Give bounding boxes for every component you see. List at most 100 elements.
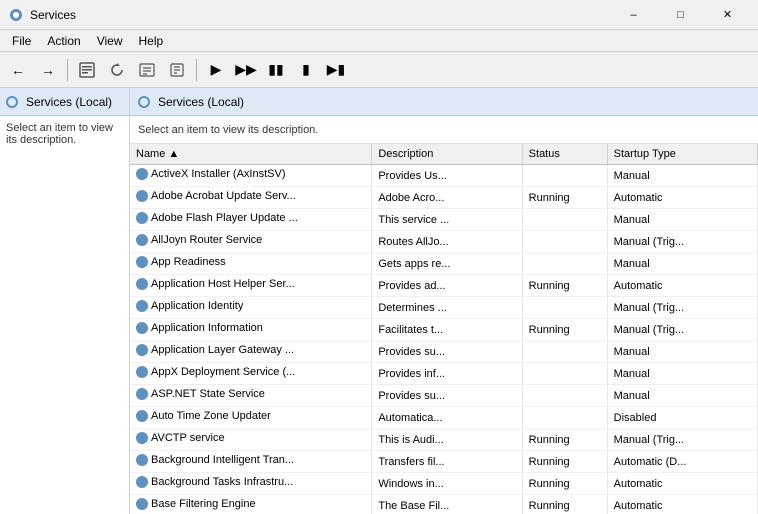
table-row[interactable]: Background Intelligent Tran... Transfers… [130, 451, 758, 473]
properties-button[interactable] [163, 56, 191, 84]
table-row[interactable]: Adobe Flash Player Update ... This servi… [130, 209, 758, 231]
col-header-startup[interactable]: Startup Type [607, 144, 757, 165]
resume-service-button[interactable]: ▶▶ [232, 56, 260, 84]
col-header-name[interactable]: Name ▲ [130, 144, 372, 165]
service-desc-cell: Transfers fil... [372, 451, 522, 473]
table-row[interactable]: Application Layer Gateway ... Provides s… [130, 341, 758, 363]
service-status-cell [522, 231, 607, 253]
title-bar: Services – □ ✕ [0, 0, 758, 30]
service-desc-cell: Provides inf... [372, 363, 522, 385]
service-name-cell: Application Host Helper Ser... [130, 275, 372, 297]
service-status-cell [522, 165, 607, 187]
service-startup-cell: Automatic [607, 495, 757, 514]
export-button[interactable] [133, 56, 161, 84]
table-row[interactable]: AllJoyn Router Service Routes AllJo...Ma… [130, 231, 758, 253]
service-name-cell: Adobe Acrobat Update Serv... [130, 187, 372, 209]
service-name-cell: Background Intelligent Tran... [130, 451, 372, 473]
services-list: Name ▲ Description Status Startup Type [130, 144, 758, 514]
service-status-cell [522, 385, 607, 407]
sidebar: Services (Local) Select an item to view … [0, 88, 130, 514]
service-status-cell [522, 209, 607, 231]
service-status-cell: Running [522, 319, 607, 341]
restart-service-button[interactable]: ▶▮ [322, 56, 350, 84]
service-name-cell: Background Tasks Infrastru... [130, 473, 372, 495]
service-startup-cell: Manual [607, 165, 757, 187]
service-status-cell [522, 341, 607, 363]
service-startup-cell: Manual (Trig... [607, 319, 757, 341]
service-name-cell: ActiveX Installer (AxInstSV) [130, 165, 372, 187]
menu-view[interactable]: View [89, 32, 131, 50]
window-controls: – □ ✕ [611, 5, 750, 25]
start-service-button[interactable]: ▶ [202, 56, 230, 84]
service-desc-cell: Gets apps re... [372, 253, 522, 275]
service-status-cell [522, 297, 607, 319]
maximize-button[interactable]: □ [658, 5, 703, 25]
service-startup-cell: Automatic (D... [607, 451, 757, 473]
service-desc-cell: The Base Fil... [372, 495, 522, 514]
table-row[interactable]: Application Host Helper Ser... Provides … [130, 275, 758, 297]
table-header-row: Name ▲ Description Status Startup Type [130, 144, 758, 165]
table-row[interactable]: AVCTP service This is Audi...RunningManu… [130, 429, 758, 451]
service-desc-cell: Provides su... [372, 385, 522, 407]
menu-file[interactable]: File [4, 32, 39, 50]
description-text: Select an item to view its description. [138, 124, 318, 136]
app-icon [8, 7, 24, 23]
window-title: Services [30, 8, 611, 22]
sidebar-description: Select an item to view its description. [0, 116, 129, 152]
table-row[interactable]: Adobe Acrobat Update Serv... Adobe Acro.… [130, 187, 758, 209]
show-console-button[interactable] [73, 56, 101, 84]
service-startup-cell: Manual (Trig... [607, 429, 757, 451]
service-status-cell: Running [522, 473, 607, 495]
content-title: Services (Local) [158, 95, 244, 109]
table-row[interactable]: Auto Time Zone Updater Automatica...Disa… [130, 407, 758, 429]
sidebar-header: Services (Local) [0, 88, 129, 116]
col-header-desc[interactable]: Description [372, 144, 522, 165]
table-row[interactable]: Base Filtering Engine The Base Fil...Run… [130, 495, 758, 514]
service-name-cell: AppX Deployment Service (... [130, 363, 372, 385]
service-name-cell: Application Information [130, 319, 372, 341]
service-status-cell: Running [522, 429, 607, 451]
table-row[interactable]: Background Tasks Infrastru... Windows in… [130, 473, 758, 495]
service-desc-cell: This service ... [372, 209, 522, 231]
minimize-button[interactable]: – [611, 5, 656, 25]
service-status-cell: Running [522, 275, 607, 297]
service-desc-cell: Provides ad... [372, 275, 522, 297]
service-desc-cell: Facilitates t... [372, 319, 522, 341]
service-name-cell: ASP.NET State Service [130, 385, 372, 407]
services-table[interactable]: Name ▲ Description Status Startup Type [130, 144, 758, 514]
toolbar: ← → ▶ ▶▶ ▮▮ ▮ ▶▮ [0, 52, 758, 88]
close-button[interactable]: ✕ [705, 5, 750, 25]
table-row[interactable]: Application Information Facilitates t...… [130, 319, 758, 341]
sidebar-title: Services (Local) [26, 95, 112, 109]
table-row[interactable]: Application Identity Determines ...Manua… [130, 297, 758, 319]
service-startup-cell: Automatic [607, 473, 757, 495]
service-name-cell: App Readiness [130, 253, 372, 275]
table-row[interactable]: ASP.NET State Service Provides su... Manu… [130, 385, 758, 407]
service-status-cell [522, 407, 607, 429]
content-header: Services (Local) [130, 88, 758, 116]
forward-button[interactable]: → [34, 56, 62, 84]
service-startup-cell: Automatic [607, 187, 757, 209]
menu-action[interactable]: Action [39, 32, 88, 50]
pause-service-button[interactable]: ▮▮ [262, 56, 290, 84]
table-row[interactable]: AppX Deployment Service (... Provides in… [130, 363, 758, 385]
stop-service-button[interactable]: ▮ [292, 56, 320, 84]
service-status-cell: Running [522, 451, 607, 473]
service-startup-cell: Manual [607, 385, 757, 407]
menu-help[interactable]: Help [131, 32, 172, 50]
service-startup-cell: Automatic [607, 275, 757, 297]
table-row[interactable]: App Readiness Gets apps re... Manual [130, 253, 758, 275]
back-button[interactable]: ← [4, 56, 32, 84]
service-status-cell: Running [522, 187, 607, 209]
content-search-icon [138, 96, 150, 108]
description-bar: Select an item to view its description. [130, 116, 758, 144]
col-header-status[interactable]: Status [522, 144, 607, 165]
table-row[interactable]: ActiveX Installer (AxInstSV) Provides Us… [130, 165, 758, 187]
refresh-button[interactable] [103, 56, 131, 84]
service-startup-cell: Manual (Trig... [607, 297, 757, 319]
service-desc-cell: Routes AllJo... [372, 231, 522, 253]
service-desc-cell: Windows in... [372, 473, 522, 495]
service-startup-cell: Manual [607, 253, 757, 275]
service-name-cell: AVCTP service [130, 429, 372, 451]
service-startup-cell: Manual (Trig... [607, 231, 757, 253]
